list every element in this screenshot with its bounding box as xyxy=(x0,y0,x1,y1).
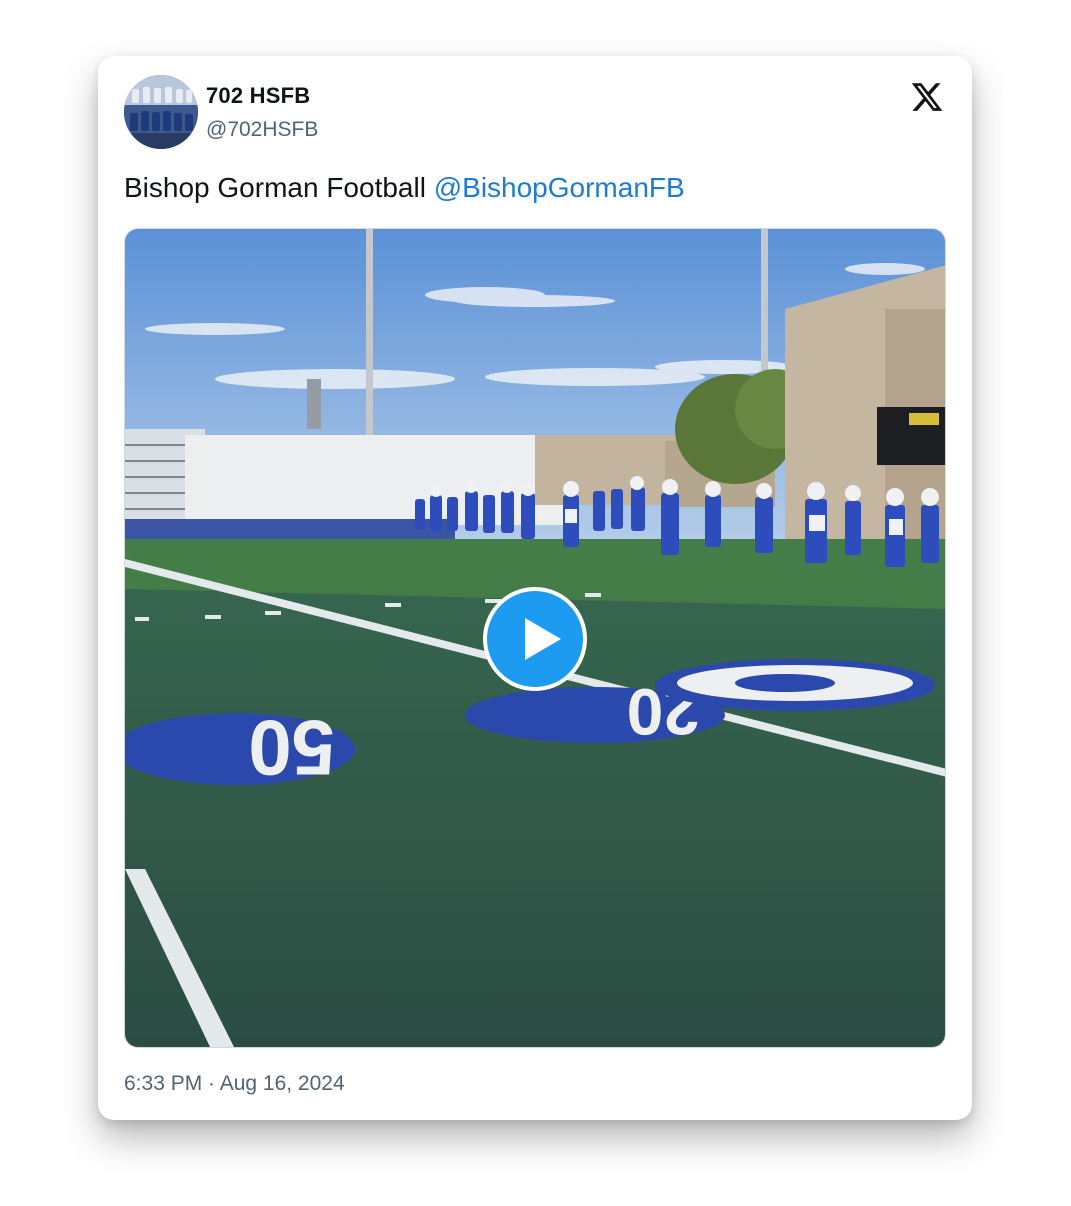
tweet-body: Bishop Gorman Football xyxy=(124,172,426,203)
tweet-text: Bishop Gorman Football @BishopGormanFB xyxy=(124,172,685,204)
author-handle[interactable]: @702HSFB xyxy=(206,118,318,142)
avatar[interactable] xyxy=(124,75,198,149)
play-button[interactable] xyxy=(483,587,587,691)
x-logo-icon[interactable] xyxy=(910,80,944,114)
tweet-timestamp[interactable]: 6:33 PM · Aug 16, 2024 xyxy=(124,1072,345,1096)
tweet-card[interactable]: 702 HSFB @702HSFB Bishop Gorman Football… xyxy=(98,56,972,1120)
mention-link[interactable]: @BishopGormanFB xyxy=(434,172,685,203)
video-thumbnail[interactable]: 50 20 xyxy=(124,228,946,1048)
embed-stage: 702 HSFB @702HSFB Bishop Gorman Football… xyxy=(0,0,1071,1206)
author-name[interactable]: 702 HSFB xyxy=(206,83,310,109)
